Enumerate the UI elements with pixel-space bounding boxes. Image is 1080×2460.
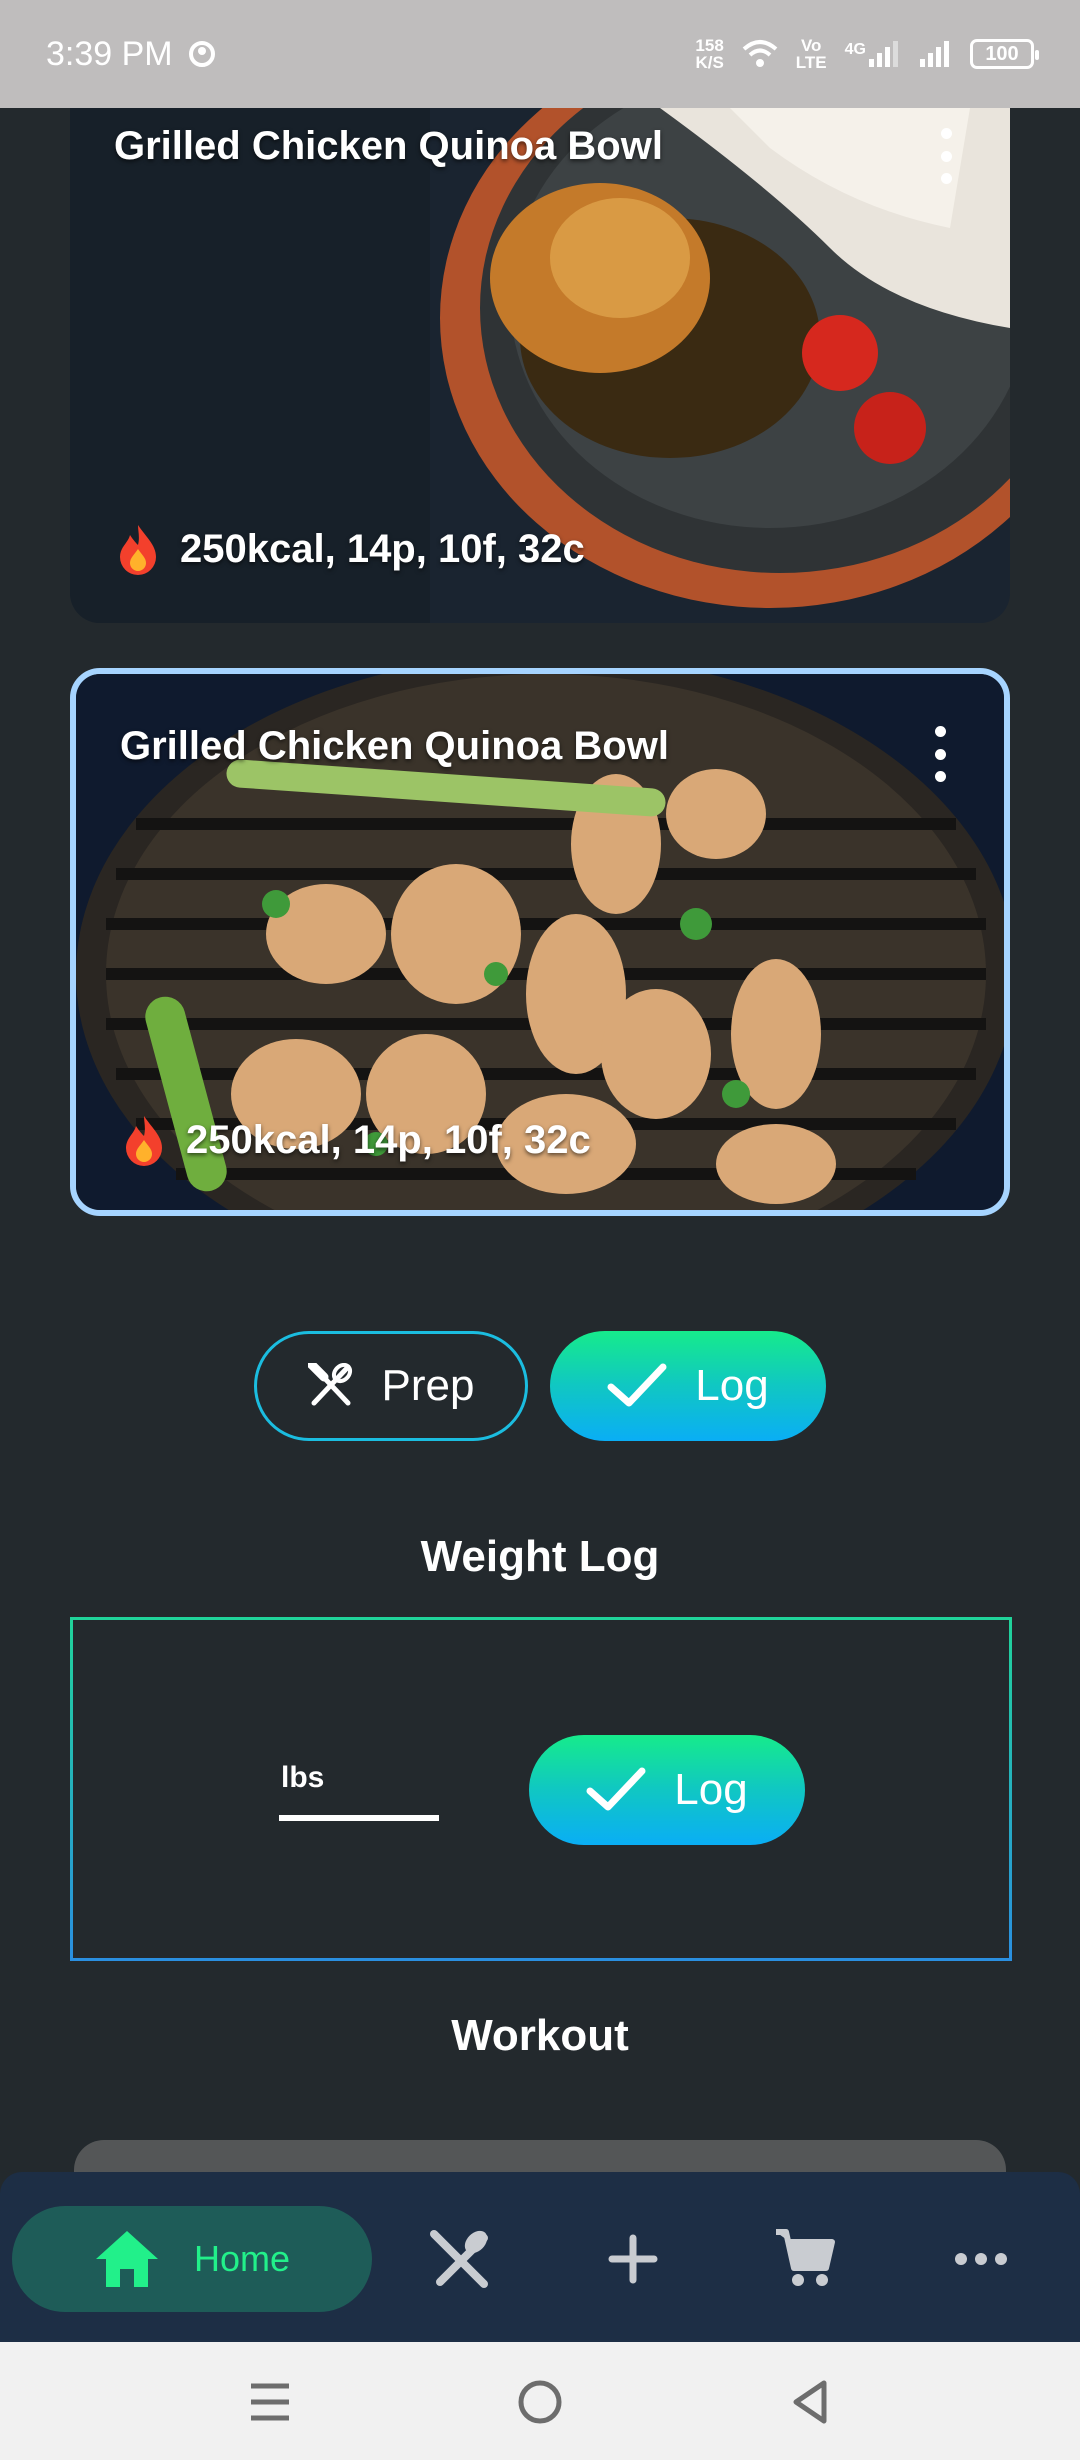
flame-icon [126,1116,162,1166]
workout-title: Workout [451,2011,629,2060]
status-bar: 3:39 PM 158 K/S Vo LTE 4G 100 [0,0,1080,108]
weight-log-title: Weight Log [420,1532,660,1581]
meal-title: Grilled Chicken Quinoa Bowl [114,124,663,168]
more-options-icon[interactable] [938,128,954,184]
battery-indicator: 100 [970,39,1039,69]
utensils-icon [430,2230,488,2288]
home-icon [95,2231,158,2287]
weight-log-panel: lbs Log [70,1617,1012,1961]
log-label: Log [674,1765,748,1814]
nav-add[interactable] [598,2224,668,2294]
notification-icon [188,41,215,67]
log-label: Log [695,1361,769,1410]
check-icon [607,1363,667,1407]
home-button[interactable] [510,2372,570,2432]
utensils-icon [307,1363,352,1406]
weight-input[interactable] [279,1815,439,1821]
nav-home[interactable]: Home [12,2206,372,2312]
meal-card-selected[interactable]: Grilled Chicken Quinoa Bowl 250kcal, 14p… [70,668,1010,1216]
plus-icon [608,2234,658,2284]
circle-icon [518,2380,562,2424]
bottom-nav: Home [0,2172,1080,2342]
cart-icon [776,2229,835,2286]
menu-icon [251,2383,289,2421]
status-time: 3:39 PM [46,34,173,73]
signal-icon-2 [920,41,949,67]
meal-macros: 250kcal, 14p, 10f, 32c [180,526,585,571]
check-icon [586,1767,646,1811]
prep-label: Prep [381,1361,475,1410]
signal-icon-1: 4G [845,41,898,67]
system-nav-bar [0,2342,1080,2460]
nav-home-label: Home [193,2238,291,2279]
back-triangle-icon [793,2380,827,2424]
nav-meals[interactable] [424,2224,494,2294]
meal-card[interactable]: Grilled Chicken Quinoa Bowl 250kcal, 14p… [70,108,1010,623]
net-speed: 158 K/S [695,36,724,72]
volte-indicator: Vo LTE [795,36,827,72]
flame-icon [120,525,156,575]
more-options-icon[interactable] [932,726,948,782]
weight-unit-label: lbs [281,1761,325,1794]
more-icon [955,2253,1007,2265]
back-button[interactable] [780,2372,840,2432]
wifi-icon [742,40,778,67]
meal-title: Grilled Chicken Quinoa Bowl [120,724,669,768]
nav-more[interactable] [946,2224,1016,2294]
meal-macros: 250kcal, 14p, 10f, 32c [186,1117,591,1162]
log-meal-button[interactable]: Log [550,1331,826,1441]
log-weight-button[interactable]: Log [529,1735,805,1845]
recent-apps-button[interactable] [240,2372,300,2432]
prep-button[interactable]: Prep [254,1331,528,1441]
nav-cart[interactable] [770,2224,840,2294]
